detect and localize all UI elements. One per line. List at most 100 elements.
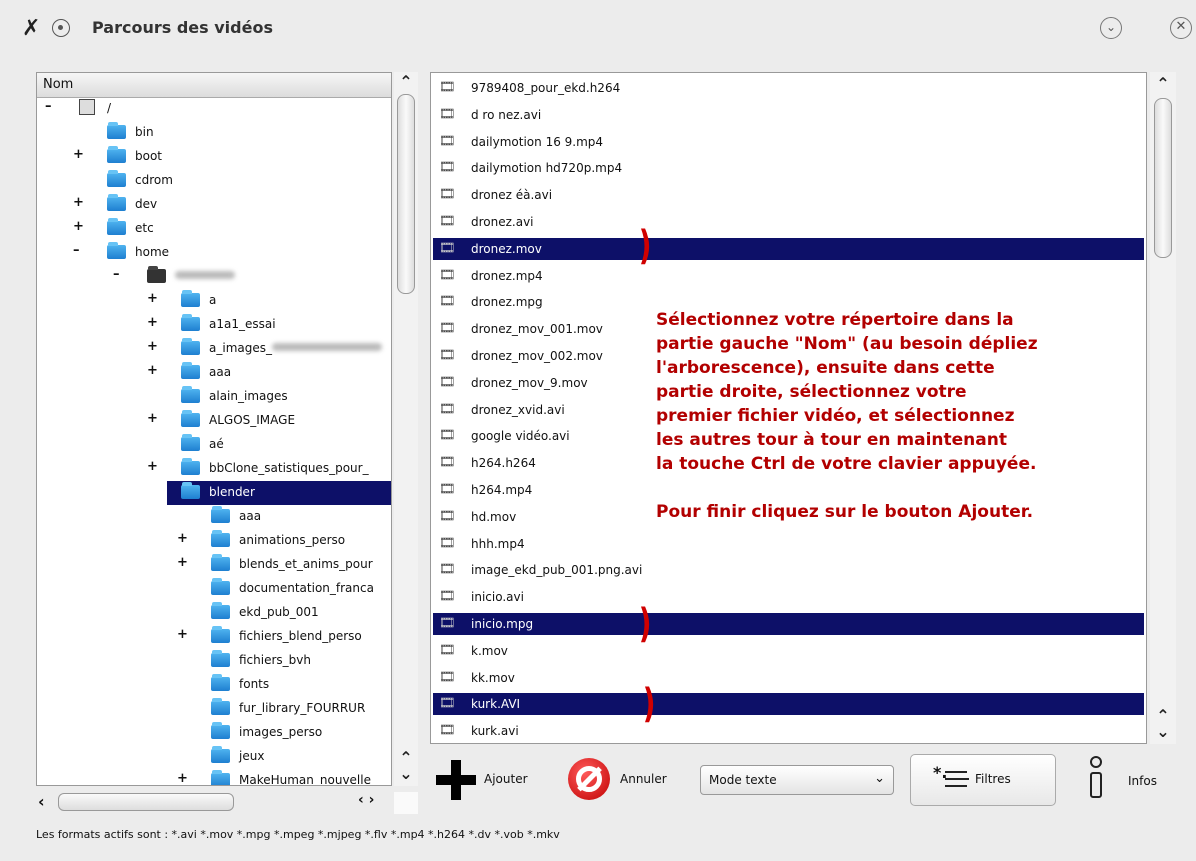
info-icon xyxy=(1088,756,1104,800)
file-item[interactable]: 🎞 d ro nez.avi xyxy=(433,104,1144,126)
expand-icon[interactable]: + xyxy=(73,220,84,234)
collapse-icon[interactable]: – xyxy=(147,484,157,498)
tree-item[interactable]: + etc xyxy=(37,217,391,241)
file-item[interactable]: 🎞 dailymotion 16 9.mp4 xyxy=(433,131,1144,153)
tree-item[interactable]: + a xyxy=(37,289,391,313)
directory-tree[interactable]: Nom – / bin + boot cdrom + dev + etc – home – + a + a1a1… xyxy=(36,72,392,786)
tree-item[interactable]: – / xyxy=(37,97,391,121)
scroll-left-right-icon[interactable]: ‹ › xyxy=(358,792,374,808)
tree-item[interactable]: + blends_et_anims_pour xyxy=(37,553,391,577)
folder-icon xyxy=(211,770,230,785)
scroll-down-icon[interactable]: ⌄ xyxy=(396,766,416,782)
file-name: image_ekd_pub_001.png.avi xyxy=(471,563,643,578)
expand-icon[interactable]: + xyxy=(177,556,188,570)
tree-item[interactable]: documentation_franca xyxy=(37,577,391,601)
expand-icon[interactable]: + xyxy=(147,412,158,426)
file-item[interactable]: 🎞 inicio.avi xyxy=(433,586,1144,608)
file-item[interactable]: 🎞 inicio.mpg xyxy=(433,613,1144,635)
file-item[interactable]: 🎞 hhh.mp4 xyxy=(433,533,1144,555)
instruction-line: Pour finir cliquez sur le bouton Ajouter… xyxy=(656,502,1034,522)
video-file-icon: 🎞 xyxy=(439,133,456,149)
file-name: kurk.AVI xyxy=(471,697,521,712)
file-scroll-thumb[interactable] xyxy=(1154,98,1172,258)
tree-item[interactable]: cdrom xyxy=(37,169,391,193)
file-item[interactable]: 🎞 k.mov xyxy=(433,640,1144,662)
tree-item[interactable]: aé xyxy=(37,433,391,457)
expand-icon[interactable]: + xyxy=(177,628,188,642)
tree-item[interactable]: + aaa xyxy=(37,361,391,385)
tree-item[interactable]: fonts xyxy=(37,673,391,697)
collapse-icon[interactable]: – xyxy=(73,244,83,258)
scroll-left-icon[interactable]: ‹ xyxy=(38,792,45,811)
tree-item[interactable]: ekd_pub_001 xyxy=(37,601,391,625)
mode-select[interactable]: Mode texte ⌄ xyxy=(700,765,894,795)
file-name: dronez.mpg xyxy=(471,295,543,310)
file-item[interactable]: 🎞 dailymotion hd720p.mp4 xyxy=(433,157,1144,179)
tree-item[interactable]: + animations_perso xyxy=(37,529,391,553)
video-file-icon: 🎞 xyxy=(439,669,456,685)
file-name: kurk.avi xyxy=(471,724,519,739)
file-item[interactable]: 🎞 dronez.avi xyxy=(433,211,1144,233)
close-icon[interactable]: ✕ xyxy=(1170,17,1192,39)
tree-item[interactable]: + boot xyxy=(37,145,391,169)
expand-icon[interactable]: + xyxy=(73,148,84,162)
tree-horizontal-scrollbar[interactable]: ‹ ‹ › xyxy=(36,790,392,814)
tree-item[interactable]: fichiers_bvh xyxy=(37,649,391,673)
redacted-name xyxy=(175,271,235,279)
tree-item[interactable]: images_perso xyxy=(37,721,391,745)
scroll-down-icon[interactable]: ⌄ xyxy=(1153,724,1173,740)
file-item[interactable]: 🎞 kurk.avi xyxy=(433,720,1144,742)
info-button[interactable]: Infos xyxy=(1082,754,1172,806)
file-item[interactable]: 🎞 kurk.AVI xyxy=(433,693,1144,716)
filters-button[interactable]: *. Filtres xyxy=(910,754,1056,806)
expand-icon[interactable]: + xyxy=(147,340,158,354)
tree-item[interactable]: aaa xyxy=(37,505,391,529)
tree-item[interactable]: + a_images_ xyxy=(37,337,391,361)
pin-icon[interactable] xyxy=(52,19,70,37)
expand-icon[interactable]: + xyxy=(147,292,158,306)
scroll-up-icon[interactable]: ⌃ xyxy=(1153,76,1173,92)
file-item[interactable]: 🎞 kk.mov xyxy=(433,667,1144,689)
tree-item[interactable]: + dev xyxy=(37,193,391,217)
tree-vertical-scrollbar[interactable]: ⌃ ⌃ ⌄ xyxy=(394,72,418,786)
folder-icon xyxy=(211,578,230,595)
collapse-icon[interactable]: – xyxy=(113,268,123,282)
cancel-icon xyxy=(568,758,610,800)
tree-item[interactable]: alain_images xyxy=(37,385,391,409)
file-item[interactable]: 🎞 9789408_pour_ekd.h264 xyxy=(433,77,1144,99)
file-item[interactable]: 🎞 dronez.mp4 xyxy=(433,265,1144,287)
expand-icon[interactable]: + xyxy=(147,364,158,378)
tree-item-label: boot xyxy=(135,149,163,163)
scroll-up-icon[interactable]: ⌃ xyxy=(396,74,416,90)
tree-item-label: jeux xyxy=(239,749,265,763)
tree-item[interactable]: + ALGOS_IMAGE xyxy=(37,409,391,433)
file-item[interactable]: 🎞 dronez éà.avi xyxy=(433,184,1144,206)
tree-item[interactable]: fur_library_FOURRUR xyxy=(37,697,391,721)
expand-icon[interactable]: + xyxy=(147,460,158,474)
expand-icon[interactable]: + xyxy=(177,532,188,546)
minimize-icon[interactable]: ⌄ xyxy=(1100,17,1122,39)
tree-item-label: blends_et_anims_pour xyxy=(239,557,373,571)
tree-item-label: / xyxy=(107,101,112,115)
tree-item[interactable]: + fichiers_blend_perso xyxy=(37,625,391,649)
tree-hscroll-thumb[interactable] xyxy=(58,793,234,811)
file-item[interactable]: 🎞 image_ekd_pub_001.png.avi xyxy=(433,559,1144,581)
tree-item[interactable]: jeux xyxy=(37,745,391,769)
tree-header[interactable]: Nom xyxy=(37,73,391,98)
tree-item[interactable]: + a1a1_essai xyxy=(37,313,391,337)
tree-item[interactable]: – xyxy=(37,265,391,289)
tree-item[interactable]: bin xyxy=(37,121,391,145)
expand-icon[interactable]: + xyxy=(177,772,188,786)
tree-item[interactable]: + MakeHuman_nouvelle xyxy=(37,769,391,786)
cancel-button[interactable]: Annuler xyxy=(566,756,686,802)
tree-item[interactable]: – home xyxy=(37,241,391,265)
tree-item[interactable]: – blender xyxy=(147,481,391,505)
collapse-icon[interactable]: – xyxy=(45,100,55,114)
add-button[interactable]: Ajouter xyxy=(432,756,550,802)
tree-item[interactable]: + bbClone_satistiques_pour_ xyxy=(37,457,391,481)
expand-icon[interactable]: + xyxy=(73,196,84,210)
file-item[interactable]: 🎞 dronez.mov xyxy=(433,237,1144,260)
tree-scroll-thumb[interactable] xyxy=(397,94,415,294)
instruction-line: partie gauche "Nom" (au besoin dépliez xyxy=(656,334,1038,354)
expand-icon[interactable]: + xyxy=(147,316,158,330)
